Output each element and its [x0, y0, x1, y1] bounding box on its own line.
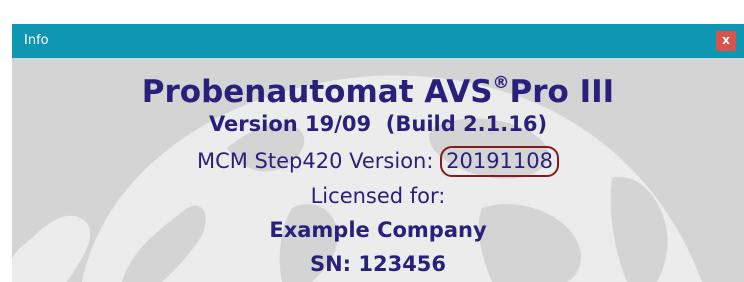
close-button[interactable]: x	[716, 31, 736, 51]
product-suffix: Pro III	[509, 74, 615, 110]
about-content: Probenautomat AVS®Pro III Version 19/09 …	[12, 58, 744, 282]
close-icon: x	[722, 33, 730, 47]
product-name: Probenautomat AVS	[141, 74, 493, 110]
version-line: Version 19/09 (Build 2.1.16)	[208, 112, 548, 136]
info-dialog: Info x Probenautomat AVS®Pro III Version…	[0, 0, 744, 282]
title-bar[interactable]: Info x	[12, 24, 744, 58]
licensed-label: Licensed for:	[310, 184, 446, 208]
product-title: Probenautomat AVS®Pro III	[12, 72, 744, 110]
mcm-version-value: 20191108	[440, 146, 559, 177]
registered-mark: ®	[492, 72, 510, 93]
company-name: Example Company	[269, 218, 487, 242]
window-title: Info	[24, 33, 49, 48]
serial-number: SN: 123456	[309, 252, 447, 276]
mcm-version-line: MCM Step420 Version: 20191108	[12, 146, 744, 177]
mcm-label: MCM Step420 Version:	[196, 149, 441, 173]
